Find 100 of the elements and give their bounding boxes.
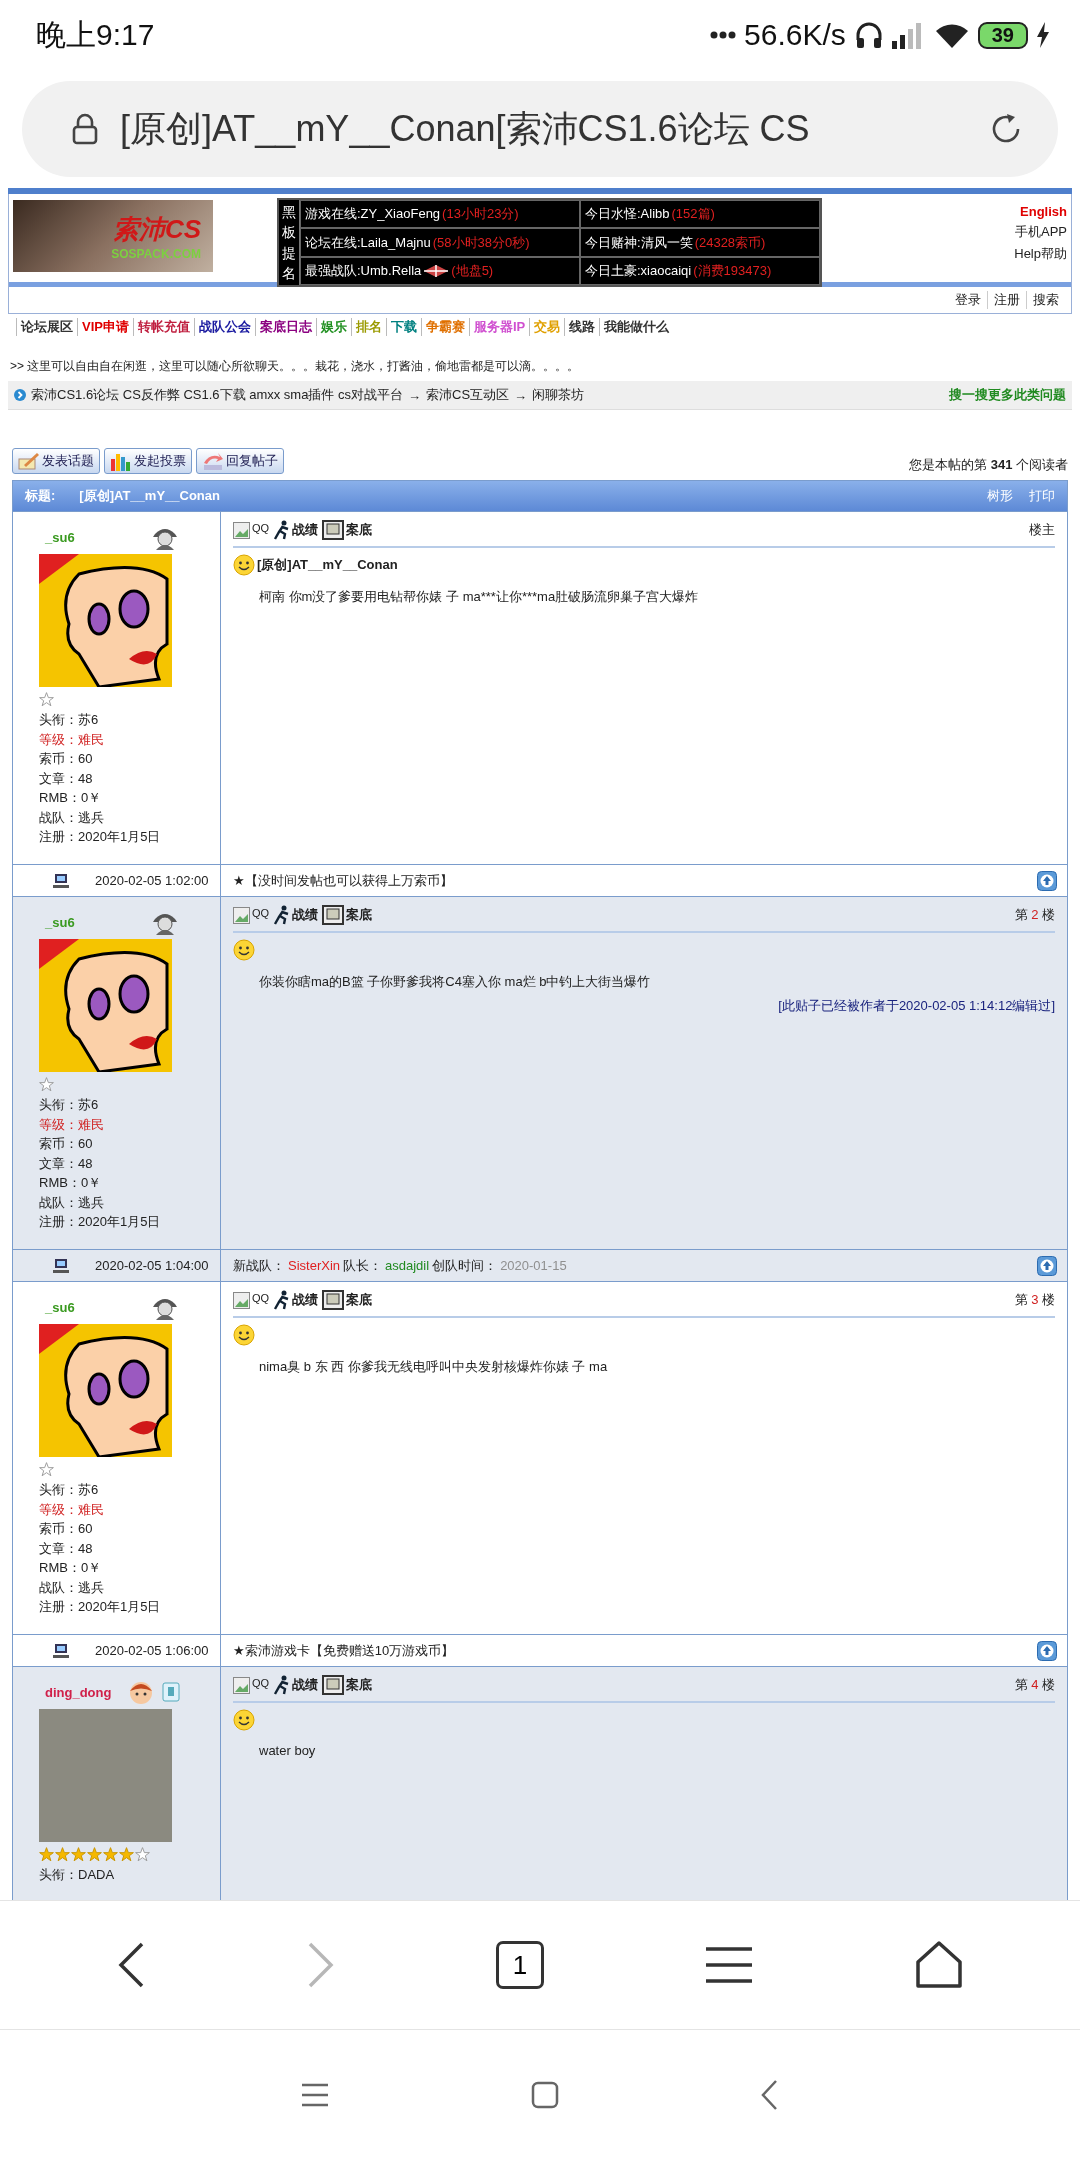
nav-link[interactable]: 下载: [385, 318, 421, 336]
profile-field: 文章：48: [39, 768, 220, 788]
board-entry[interactable]: 游戏在线:ZY_XiaoFeng: [305, 205, 441, 224]
more-dots-icon: [710, 31, 736, 39]
nav-link[interactable]: VIP申请: [77, 318, 133, 336]
profile-field: RMB：0￥: [39, 1558, 220, 1578]
address-bar[interactable]: [原创]AT__mY__Conan[索沛CS1.6论坛 CS: [22, 81, 1058, 177]
profile-tool-link[interactable]: 战绩: [273, 905, 319, 925]
status-time: 晚上9:17: [36, 16, 155, 53]
profile-tool-link[interactable]: QQ: [233, 521, 270, 539]
breadcrumb-link[interactable]: 索沛CS互动区: [426, 386, 510, 404]
profile-field: 头衔：苏6: [39, 1095, 220, 1115]
system-back-icon[interactable]: [760, 2079, 780, 2111]
book-icon: [162, 1682, 180, 1702]
nav-link[interactable]: 线路: [564, 318, 600, 336]
profile-tool-link[interactable]: QQ: [233, 906, 270, 924]
nav-link[interactable]: 案底日志: [254, 318, 316, 336]
recents-icon[interactable]: [300, 2082, 330, 2108]
board-entry[interactable]: 今日赌神:清风一笑: [585, 233, 693, 252]
related-search-link[interactable]: 搜一搜更多此类问题: [949, 386, 1066, 404]
floor-label: 楼主: [1029, 521, 1055, 539]
back-to-top-icon[interactable]: [1037, 870, 1057, 891]
menu-icon[interactable]: [704, 1945, 754, 1985]
board-value: (58小时38分0秒): [432, 233, 530, 252]
nav-link[interactable]: 服务器IP: [468, 318, 530, 336]
network-speed: 56.6K/s: [744, 18, 846, 52]
board-entry[interactable]: 今日土豪:xiaocaiqi: [585, 262, 692, 280]
header-link[interactable]: Help帮助: [1014, 245, 1067, 263]
profile-field: 等级：难民: [39, 1114, 220, 1134]
breadcrumb-link[interactable]: 索沛CS1.6论坛 CS反作弊 CS1.6下载 amxx sma插件 cs对战平台: [31, 386, 403, 404]
board-entry[interactable]: 论坛在线:Laila_Majnu: [305, 233, 431, 252]
board-label: 黑板提名: [279, 200, 300, 286]
back-to-top-icon[interactable]: [1037, 1640, 1057, 1661]
signature-text: 队长：: [343, 1256, 383, 1275]
profile-tool-link[interactable]: QQ: [233, 1676, 270, 1694]
board-entry[interactable]: 今日水怪:Alibb: [585, 205, 670, 224]
profile-tool-link[interactable]: 战绩: [273, 1290, 319, 1310]
profile-tool-link[interactable]: 案底: [322, 520, 373, 540]
post-content: 你装你瞎ma的B篮 子你野爹我将C4塞入你 ma烂 b中钓上大街当爆竹: [258, 973, 652, 991]
image-icon: [233, 521, 250, 539]
account-link[interactable]: 登录: [949, 291, 987, 309]
account-link[interactable]: 搜索: [1026, 291, 1065, 309]
header-link[interactable]: 手机APP: [1015, 223, 1067, 241]
nav-link[interactable]: 论坛展区: [16, 318, 77, 336]
profile-field: 索币：60: [39, 749, 220, 769]
edit-note: [此贴子已经被作者于2020-02-05 1:14:12编辑过]: [777, 997, 1055, 1015]
breadcrumb-link[interactable]: 闲聊茶坊: [532, 386, 585, 404]
image-icon: [233, 1676, 250, 1694]
header-link[interactable]: English: [1020, 204, 1067, 219]
bar-chart-icon: [110, 451, 132, 471]
nav-link[interactable]: 我能做什么: [599, 318, 674, 336]
signature-text: 2020-01-15: [500, 1258, 567, 1273]
post-content: water boy: [258, 1742, 317, 1758]
signature-text: 创队时间：: [432, 1256, 498, 1275]
profile-tool-link[interactable]: 案底: [322, 1290, 373, 1310]
profile-field: 文章：48: [39, 1153, 220, 1173]
charging-icon: [1036, 22, 1050, 48]
nav-link[interactable]: 娱乐: [315, 318, 351, 336]
profile-field: 索币：60: [39, 1134, 220, 1154]
signature-text: asdajdil: [385, 1258, 430, 1273]
forum-notice: >> 这里可以自由自在闲逛，这里可以随心所欲聊天。。。栽花，浇水，打酱油，偷地雷都是可以滴。。。。: [9, 358, 581, 375]
title-label: 标题:: [25, 487, 56, 505]
tab-count-button[interactable]: 1: [496, 1941, 544, 1989]
smiley-icon: [233, 554, 255, 576]
film-frame-icon: [322, 905, 345, 925]
back-icon[interactable]: [116, 1941, 146, 1989]
board-entry[interactable]: 最强战队:Umb.Rella: [305, 262, 422, 280]
signature-text: ★【没时间发帖也可以获得上万索币】: [233, 871, 453, 890]
profile-field: 注册：2020年1月5日: [39, 1597, 220, 1617]
board-value: (消费193473): [693, 262, 772, 280]
action-button[interactable]: 发起投票: [104, 448, 192, 474]
post-content: 柯南 你m没了爹要用电钻帮你婊 子 ma***让你***ma肚破肠流卵巢子宫大爆炸: [258, 588, 700, 606]
breadcrumb-separator: →: [514, 387, 528, 403]
floor-label: 第 3 楼: [1014, 1291, 1055, 1309]
post-time: 2020-02-05 1:06:00: [95, 1643, 209, 1658]
post-content: nima臭 b 东 西 你爹我无线电呼叫中央发射核爆炸你婊 子 ma: [258, 1358, 609, 1376]
home-icon[interactable]: [914, 1940, 964, 1990]
board-value: (地盘5): [451, 262, 494, 280]
pencil-icon: [18, 451, 40, 471]
running-figure-icon: [273, 905, 291, 925]
username[interactable]: ding_dong: [45, 1684, 112, 1700]
signature-text: SisterXin: [288, 1258, 341, 1273]
action-button[interactable]: 发表话题: [12, 448, 100, 474]
profile-tool-link[interactable]: 案底: [322, 1675, 373, 1695]
profile-tool-link[interactable]: 战绩: [273, 1675, 319, 1695]
profile-tool-link[interactable]: QQ: [233, 1291, 270, 1309]
back-to-top-icon[interactable]: [1037, 1255, 1057, 1276]
nav-link[interactable]: 战队公会: [193, 318, 255, 336]
signature-text: 新战队：: [233, 1256, 285, 1275]
running-figure-icon: [273, 1290, 291, 1310]
account-link[interactable]: 注册: [987, 291, 1026, 309]
profile-tool-link[interactable]: 案底: [322, 905, 373, 925]
username[interactable]: _su6: [45, 1299, 75, 1315]
action-button[interactable]: 回复帖子: [196, 448, 284, 474]
home-button-icon[interactable]: [530, 2080, 560, 2110]
profile-tool-link[interactable]: 战绩: [273, 520, 319, 540]
signature-text: ★索沛游戏卡【免费赠送10万游戏币】: [233, 1641, 455, 1660]
username[interactable]: _su6: [45, 529, 75, 545]
nav-link[interactable]: 转帐充值: [132, 318, 194, 336]
thread-title: [原创]AT__mY__Conan: [79, 487, 220, 505]
